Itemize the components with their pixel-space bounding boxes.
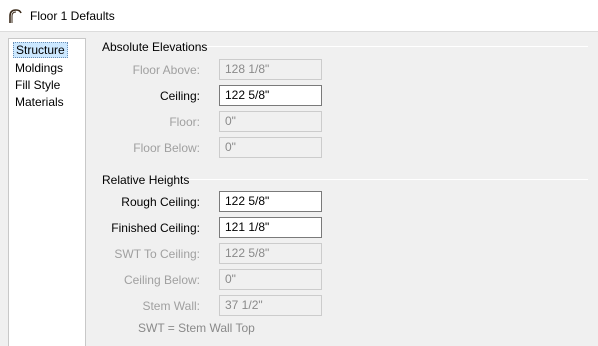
stem-wall-field: 37 1/2" (219, 295, 322, 316)
title-bar: Floor 1 Defaults (0, 0, 598, 32)
arch-icon (9, 9, 22, 23)
floor-label: Floor: (169, 115, 200, 129)
sidebar-item-structure[interactable]: Structure (13, 42, 68, 58)
floor-below-label: Floor Below: (133, 141, 200, 155)
relative-heights-heading: Relative Heights (102, 173, 190, 187)
absolute-elevations-heading: Absolute Elevations (102, 40, 208, 54)
floor-above-label: Floor Above: (132, 63, 200, 77)
ceiling-field[interactable]: 122 5/8" (219, 85, 322, 106)
ceiling-below-label: Ceiling Below: (123, 273, 200, 287)
group-divider (186, 179, 588, 180)
floor-field: 0" (219, 111, 322, 132)
floor-below-field: 0" (219, 137, 322, 158)
swt-to-ceiling-field: 122 5/8" (219, 243, 322, 264)
rough-ceiling-label: Rough Ceiling: (121, 195, 200, 209)
finished-ceiling-label: Finished Ceiling: (111, 221, 200, 235)
floor-above-field: 128 1/8" (219, 59, 322, 80)
swt-to-ceiling-label: SWT To Ceiling: (114, 247, 200, 261)
swt-note: SWT = Stem Wall Top (138, 321, 255, 335)
window-title: Floor 1 Defaults (30, 9, 115, 23)
group-divider (205, 46, 588, 47)
stem-wall-label: Stem Wall: (142, 299, 200, 313)
ceiling-below-field: 0" (219, 269, 322, 290)
finished-ceiling-field[interactable]: 121 1/8" (219, 217, 322, 238)
rough-ceiling-field[interactable]: 122 5/8" (219, 191, 322, 212)
ceiling-label: Ceiling: (159, 89, 200, 103)
